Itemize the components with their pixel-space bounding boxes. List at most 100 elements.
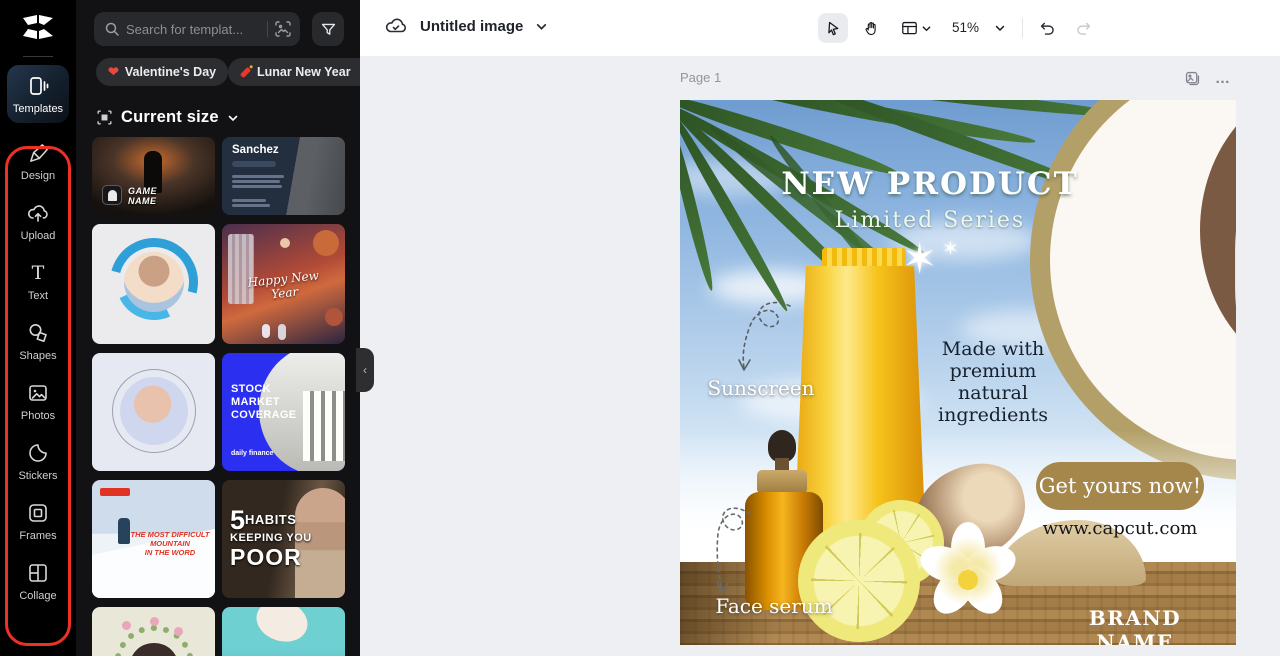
undo-button[interactable] [1032, 13, 1062, 43]
chip-lunar-new-year[interactable]: Lunar New Year [228, 58, 360, 86]
sidebar-item-upload[interactable]: Upload [0, 201, 76, 242]
blossom [122, 621, 131, 630]
chevron-down-icon [922, 25, 931, 31]
templates-panel: ❤ Valentine's Day Lunar New Year Current… [76, 0, 360, 656]
photos-icon [29, 385, 47, 401]
sidebar-item-photos[interactable]: Photos [0, 381, 76, 422]
sunscreen-label[interactable]: Sunscreen [706, 376, 816, 400]
template-thumbnail-floral-wreath[interactable] [92, 607, 215, 656]
thumbnail-title: Sanchez [232, 144, 279, 156]
design-subheadline[interactable]: Limited Series [740, 208, 1120, 233]
sidebar-item-design[interactable]: Design [0, 142, 76, 182]
cta-pill[interactable]: Get yours now! [1036, 462, 1204, 510]
swimmer [251, 607, 313, 649]
layout-icon [902, 21, 917, 34]
sidebar-item-text[interactable]: T Text [0, 261, 76, 302]
model-photo-circle [1030, 100, 1236, 480]
frames-icon [29, 504, 47, 522]
sparkle-icon: ✶ [902, 235, 938, 282]
hand-icon [865, 21, 876, 35]
blossom [150, 617, 159, 626]
ghost-glyph [108, 190, 117, 201]
stickers-icon [29, 444, 47, 462]
ghost-badge-icon [102, 185, 122, 205]
document-title[interactable]: Untitled image [420, 18, 523, 35]
template-thumbnail-thumbs-up[interactable] [92, 224, 215, 344]
size-frame-icon [97, 110, 112, 125]
select-tool-button[interactable] [818, 13, 848, 43]
face-serum-label[interactable]: Face serum [714, 594, 834, 618]
sidebar-item-stickers[interactable]: Stickers [0, 441, 76, 482]
design-icon [29, 144, 48, 162]
sidebar-item-label: Design [20, 170, 56, 182]
design-page[interactable]: NEW PRODUCT Limited Series ✶ ✶ Sunscreen… [680, 100, 1236, 645]
capcut-logo[interactable] [0, 0, 76, 54]
sparkle-icon: ✶ [942, 238, 959, 260]
chevron-down-icon [228, 115, 238, 121]
sidebar-item-collage[interactable]: Collage [0, 561, 76, 602]
sidebar-item-label: Stickers [18, 470, 58, 482]
capcut-logo-icon [23, 15, 53, 39]
editor-toolbar: Untitled image 51% [360, 0, 1280, 56]
section-title: Current size [121, 108, 219, 126]
upload-cloud-icon [28, 205, 48, 222]
panel-collapse-handle[interactable]: ‹ [356, 348, 374, 392]
template-thumbnail-stock-market[interactable]: STOCK MARKET COVERAGE daily finance [222, 353, 345, 471]
planet [313, 230, 339, 256]
svg-text:T: T [32, 262, 45, 284]
sidebar-item-label: Text [27, 290, 49, 302]
page-label: Page 1 [680, 70, 722, 85]
channel-badge [100, 488, 130, 496]
template-thumbnail-game-name[interactable]: GAME NAME [92, 137, 215, 215]
collage-icon [29, 564, 47, 582]
template-thumbnail-mountain[interactable]: THE MOST DIFFICULT MOUNTAIN IN THE WORD [92, 480, 215, 598]
zoom-dropdown-button[interactable] [988, 13, 1012, 43]
layout-tool-button[interactable] [894, 13, 938, 43]
template-thumbnail-wreath-portrait[interactable] [92, 353, 215, 471]
thumbnail-subtitle: daily finance [231, 450, 274, 457]
filter-button[interactable] [312, 12, 344, 46]
planet [325, 308, 343, 326]
dashed-arrow [738, 301, 791, 371]
image-search-icon[interactable] [274, 20, 292, 38]
text-line [232, 199, 266, 202]
chip-label: Valentine's Day [124, 65, 217, 79]
model-hair [1200, 100, 1236, 380]
chip-valentines-day[interactable]: ❤ Valentine's Day [96, 58, 229, 86]
redo-button[interactable] [1068, 13, 1098, 43]
more-options-icon[interactable]: … [1215, 71, 1231, 86]
sidebar-item-shapes[interactable]: Shapes [0, 321, 76, 362]
website-text[interactable]: www.capcut.com [1032, 518, 1208, 539]
template-thumbnail-5-habits[interactable]: 5 HABITS KEEPING YOU POOR [222, 480, 345, 598]
duplicate-page-icon[interactable] [1184, 70, 1201, 87]
sidebar-item-templates[interactable]: Templates [7, 65, 69, 123]
search-bar[interactable] [94, 12, 300, 46]
flower-center [958, 570, 978, 590]
dashed-arrow [716, 507, 751, 594]
template-grid: GAME NAME Sanchez Happy New Year STOCK M… [92, 137, 348, 656]
hand-tool-button[interactable] [856, 13, 886, 43]
design-headline[interactable]: NEW PRODUCT [740, 166, 1120, 202]
search-input[interactable] [126, 21, 261, 37]
astronaut [262, 324, 270, 338]
template-thumbnail-sanchez[interactable]: Sanchez [222, 137, 345, 215]
current-size-dropdown[interactable]: Current size [96, 108, 239, 127]
brand-name-text[interactable]: BRAND NAME [1052, 606, 1218, 645]
text-line [232, 185, 282, 188]
benefit-text[interactable]: Made with premium natural ingredients [932, 338, 1054, 426]
toolbar-divider [1022, 18, 1023, 38]
search-divider [267, 21, 268, 37]
zoom-level[interactable]: 51% [952, 20, 979, 35]
template-thumbnail-happy-new-year[interactable]: Happy New Year [222, 224, 345, 344]
thumbnail-title: 5 HABITS KEEPING YOU POOR [230, 505, 312, 571]
templates-icon [30, 77, 49, 95]
sidebar-item-frames[interactable]: Frames [0, 501, 76, 542]
filter-icon [321, 23, 335, 35]
cursor-icon [827, 21, 838, 35]
template-thumbnail-underwater[interactable] [222, 607, 345, 656]
title-chevron-down-icon[interactable] [535, 20, 548, 33]
sunscreen-tube-cap [822, 248, 906, 268]
redo-icon [1076, 22, 1090, 35]
sidebar-item-label: Templates [12, 103, 64, 115]
lemon-slice [798, 520, 920, 642]
